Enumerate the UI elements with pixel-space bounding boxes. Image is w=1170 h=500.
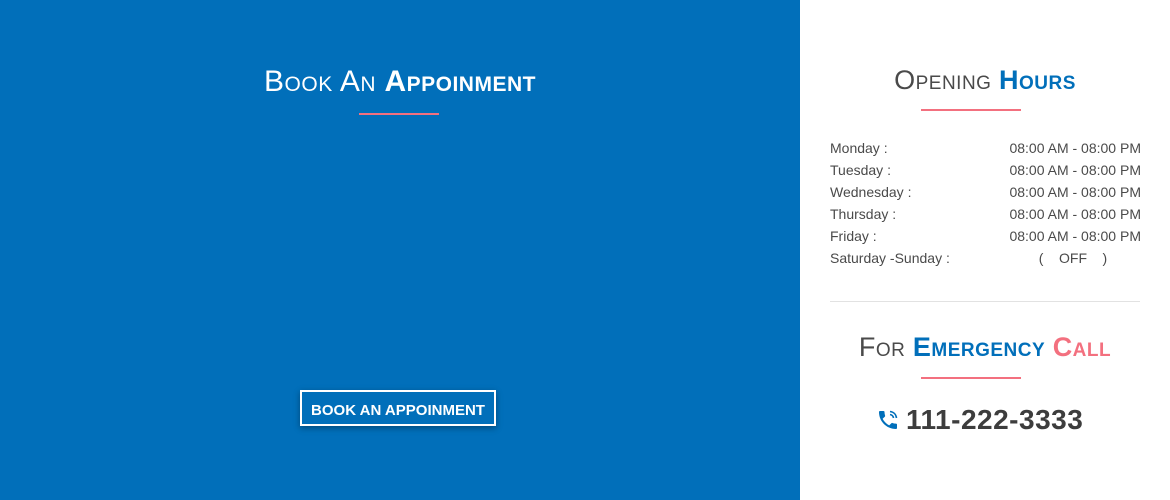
opening-hours-list: Monday : 08:00 AM - 08:00 PM Tuesday : 0… <box>830 139 1141 271</box>
emergency-phone[interactable]: 111-222-3333 <box>876 402 1083 438</box>
hours-day: Wednesday : <box>830 184 912 200</box>
opening-hours-title-light: Opening <box>894 65 992 95</box>
booking-title: Book An Appoinment <box>0 64 800 100</box>
hours-time: 08:00 AM - 08:00 PM <box>1009 162 1141 178</box>
hours-row-weekend: Saturday -Sunday : ( OFF ) <box>830 249 1141 271</box>
hours-time: 08:00 AM - 08:00 PM <box>1009 206 1141 222</box>
hours-row-friday: Friday : 08:00 AM - 08:00 PM <box>830 227 1141 249</box>
emergency-title-pink: Call <box>1052 332 1112 362</box>
hours-row-thursday: Thursday : 08:00 AM - 08:00 PM <box>830 205 1141 227</box>
booking-title-bold: Appoinment <box>384 65 536 98</box>
opening-hours-title-bold: Hours <box>998 65 1076 95</box>
phone-number[interactable]: 111-222-3333 <box>906 404 1083 436</box>
phone-icon <box>876 408 900 432</box>
book-appointment-button[interactable]: BOOK AN APPOINMENT <box>300 390 496 426</box>
hours-day: Friday : <box>830 228 877 244</box>
opening-hours-title: Opening Hours <box>800 64 1170 96</box>
emergency-underline <box>921 377 1021 379</box>
section-divider <box>830 301 1140 302</box>
booking-title-underline <box>359 113 439 115</box>
emergency-title-blue: Emergency <box>912 332 1046 362</box>
hours-day: Thursday : <box>830 206 897 222</box>
emergency-title-light: For <box>858 332 906 362</box>
hours-off: ( OFF ) <box>1038 250 1108 266</box>
hours-time: 08:00 AM - 08:00 PM <box>1009 140 1141 156</box>
hours-row-wednesday: Wednesday : 08:00 AM - 08:00 PM <box>830 183 1141 205</box>
emergency-title: For Emergency Call <box>800 331 1170 363</box>
hours-time: 08:00 AM - 08:00 PM <box>1009 228 1141 244</box>
hours-row-monday: Monday : 08:00 AM - 08:00 PM <box>830 139 1141 161</box>
hours-row-tuesday: Tuesday : 08:00 AM - 08:00 PM <box>830 161 1141 183</box>
opening-hours-underline <box>921 109 1021 111</box>
hours-day: Tuesday : <box>830 162 891 178</box>
booking-title-light: Book An <box>264 65 377 98</box>
hours-time: 08:00 AM - 08:00 PM <box>1009 184 1141 200</box>
booking-panel: Book An Appoinment BOOK AN APPOINMENT <box>0 0 800 500</box>
hours-day: Monday : <box>830 140 888 156</box>
hours-day: Saturday -Sunday : <box>830 250 950 266</box>
